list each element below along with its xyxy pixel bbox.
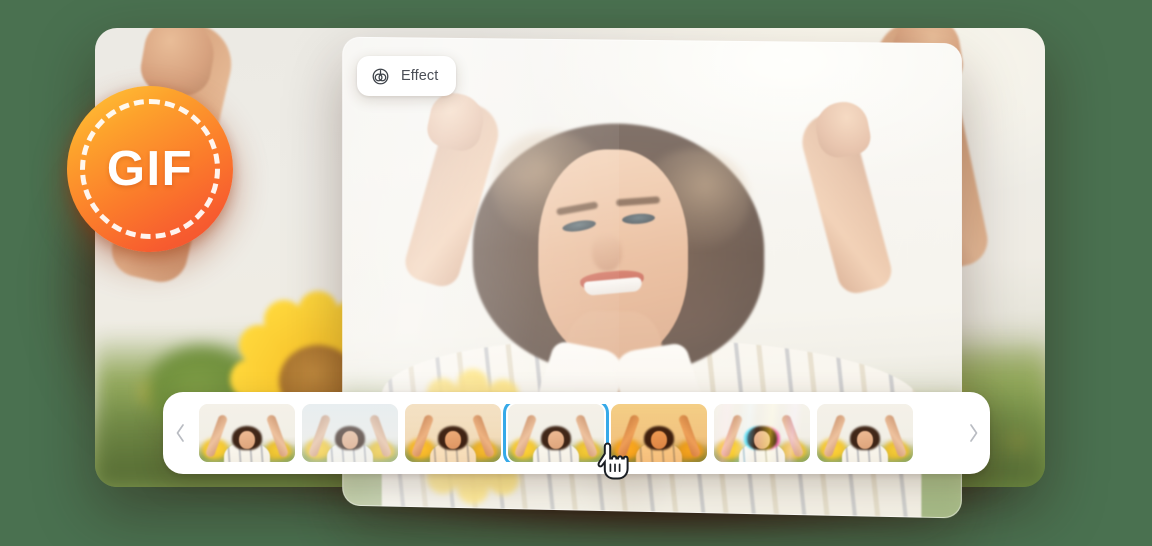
filmstrip-frame[interactable] xyxy=(302,404,398,462)
stage: Effect GIF xyxy=(0,0,1152,546)
effect-button[interactable]: Effect xyxy=(357,56,457,96)
gif-badge-label: GIF xyxy=(106,141,194,196)
frame-filmstrip xyxy=(163,392,990,474)
effect-button-label: Effect xyxy=(401,68,439,84)
frame-thumbnail xyxy=(508,404,604,462)
effect-blend-icon xyxy=(371,67,390,86)
gif-badge: GIF xyxy=(67,86,233,252)
filmstrip-frame[interactable] xyxy=(611,404,707,462)
prev-frame-button[interactable] xyxy=(163,422,197,444)
filmstrip-frame[interactable] xyxy=(714,404,810,462)
filmstrip-frame[interactable] xyxy=(503,404,609,462)
frame-thumbnail xyxy=(817,404,913,462)
frame-thumbnail xyxy=(199,404,295,462)
frame-list xyxy=(197,404,956,462)
filmstrip-frame[interactable] xyxy=(817,404,913,462)
filmstrip-frame[interactable] xyxy=(405,404,501,462)
frame-thumbnail xyxy=(405,404,501,462)
frame-thumbnail xyxy=(611,404,707,462)
frame-thumbnail xyxy=(302,404,398,462)
filmstrip-frame[interactable] xyxy=(199,404,295,462)
frame-thumbnail xyxy=(714,404,810,462)
next-frame-button[interactable] xyxy=(956,422,990,444)
